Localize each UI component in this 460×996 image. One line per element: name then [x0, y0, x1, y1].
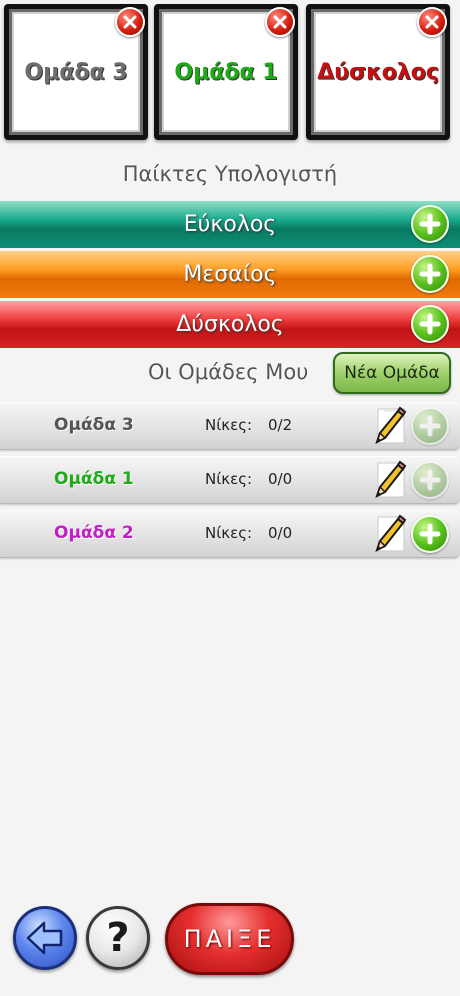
pencil-icon [375, 406, 407, 444]
edit-team-button[interactable] [370, 405, 408, 447]
add-team-button[interactable] [411, 515, 449, 553]
selected-teams: Ομάδα 3 Ομάδα 1 Δύσκολος [0, 0, 460, 150]
selected-team-label: Ομάδα 3 [24, 59, 128, 85]
selected-team-label: Δύσκολος [317, 59, 439, 85]
wins-label: Νίκες: [205, 416, 253, 434]
close-icon [123, 15, 137, 29]
team-name: Ομάδα 1 [54, 469, 134, 489]
plus-icon [419, 263, 441, 285]
computer-players-title: Παίκτες Υπολογιστή [122, 162, 338, 186]
cpu-level-medium[interactable]: Μεσαίος [0, 251, 460, 298]
plus-icon [419, 415, 441, 437]
cpu-level-label: Εύκολος [183, 212, 277, 237]
plus-icon [419, 523, 441, 545]
back-arrow-icon [26, 921, 63, 955]
cpu-level-label: Δύσκολος [176, 312, 284, 337]
selected-team-card: Ομάδα 1 [154, 4, 298, 140]
team-name: Ομάδα 3 [54, 415, 134, 435]
plus-icon [419, 469, 441, 491]
edit-team-button[interactable] [370, 513, 408, 555]
add-cpu-button[interactable] [411, 255, 449, 293]
selected-team-card: Ομάδα 3 [4, 4, 148, 140]
add-team-button[interactable] [411, 461, 449, 499]
pencil-icon [375, 460, 407, 498]
team-row[interactable]: Ομάδα 1 Νίκες: 0/0 [0, 456, 460, 504]
remove-team-button[interactable] [265, 7, 295, 37]
plus-icon [419, 313, 441, 335]
wins-label: Νίκες: [205, 524, 253, 542]
pencil-icon [375, 514, 407, 552]
wins-value: 0/2 [268, 416, 293, 434]
remove-team-button[interactable] [417, 7, 447, 37]
team-row[interactable]: Ομάδα 2 Νίκες: 0/0 [0, 510, 460, 558]
add-team-button[interactable] [411, 407, 449, 445]
edit-team-button[interactable] [370, 459, 408, 501]
plus-icon [419, 213, 441, 235]
play-button[interactable]: ΠΑΙΞΕ [165, 903, 294, 975]
wins-value: 0/0 [268, 524, 293, 542]
wins-value: 0/0 [268, 470, 293, 488]
remove-team-button[interactable] [115, 7, 145, 37]
new-team-button[interactable]: Νέα Ομάδα [333, 352, 451, 394]
cpu-level-easy[interactable]: Εύκολος [0, 201, 460, 248]
add-cpu-button[interactable] [411, 205, 449, 243]
close-icon [273, 15, 287, 29]
back-button[interactable] [13, 906, 77, 970]
team-name: Ομάδα 2 [54, 523, 134, 543]
cpu-level-label: Μεσαίος [183, 262, 277, 287]
wins-label: Νίκες: [205, 470, 253, 488]
cpu-level-hard[interactable]: Δύσκολος [0, 301, 460, 348]
close-icon [425, 15, 439, 29]
help-button[interactable]: ? [86, 906, 150, 970]
add-cpu-button[interactable] [411, 305, 449, 343]
team-row[interactable]: Ομάδα 3 Νίκες: 0/2 [0, 402, 460, 450]
selected-team-card: Δύσκολος [306, 4, 450, 140]
selected-team-label: Ομάδα 1 [174, 59, 278, 85]
my-teams-title: Οι Ομάδες Μου [148, 360, 309, 384]
